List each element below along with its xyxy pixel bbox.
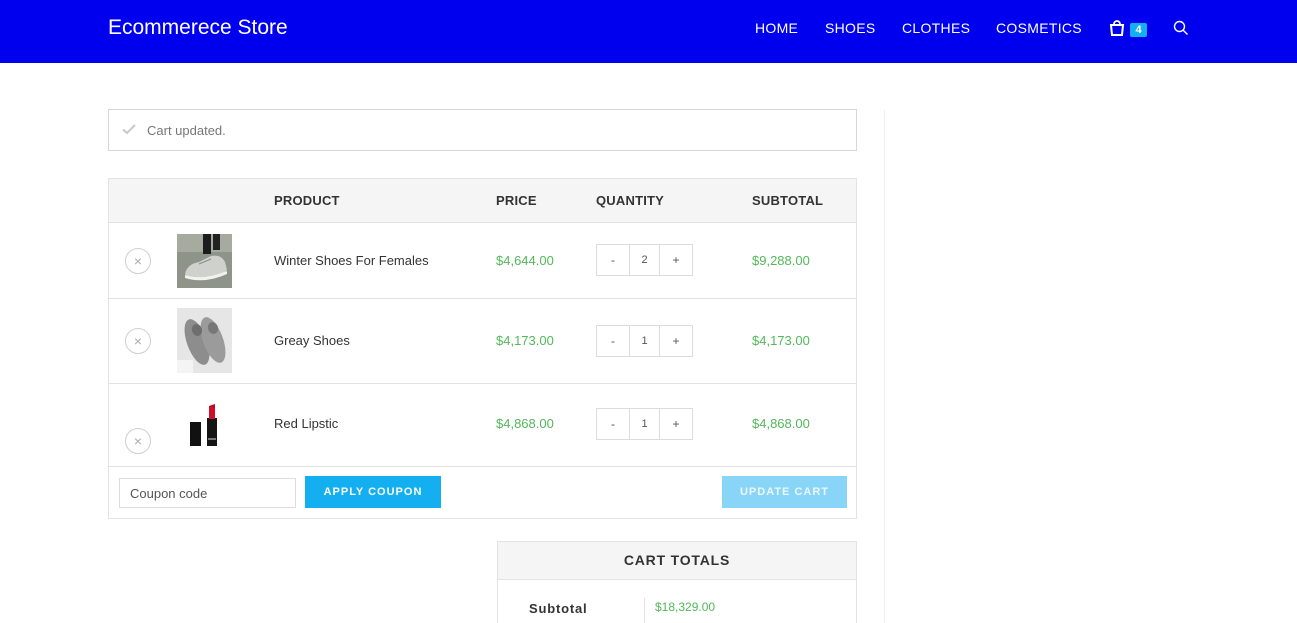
loafer-image <box>177 308 232 373</box>
lipstick-image <box>177 404 232 450</box>
quantity-stepper: - 1 + <box>596 325 693 357</box>
notice-message: Cart updated. <box>147 123 226 138</box>
quantity-increase-button[interactable]: + <box>660 326 692 356</box>
line-subtotal: $9,288.00 <box>752 253 810 268</box>
product-price: $4,644.00 <box>496 253 554 268</box>
quantity-input[interactable]: 2 <box>629 245 660 275</box>
quantity-stepper: - 2 + <box>596 244 693 276</box>
quantity-decrease-button[interactable]: - <box>597 245 629 275</box>
remove-item-button[interactable]: × <box>125 248 151 274</box>
totals-divider <box>644 598 645 623</box>
product-thumbnail[interactable] <box>177 234 232 288</box>
product-price: $4,868.00 <box>496 416 554 431</box>
cart-totals-panel: CART TOTALS Subtotal $18,329.00 <box>497 541 857 623</box>
product-thumbnail[interactable] <box>177 308 232 373</box>
nav-shoes[interactable]: SHOES <box>825 20 876 40</box>
cart-totals-title: CART TOTALS <box>498 542 856 580</box>
quantity-increase-button[interactable]: + <box>660 245 692 275</box>
nav-cosmetics[interactable]: COSMETICS <box>996 20 1082 40</box>
quantity-input[interactable]: 1 <box>629 326 660 356</box>
product-price: $4,173.00 <box>496 333 554 348</box>
coupon-code-input[interactable] <box>119 478 296 508</box>
product-name-link[interactable]: Greay Shoes <box>274 333 350 348</box>
product-name-link[interactable]: Winter Shoes For Females <box>274 253 429 268</box>
sneaker-image <box>177 234 232 288</box>
check-icon <box>122 124 136 135</box>
nav-home[interactable]: HOME <box>755 20 798 40</box>
quantity-stepper: - 1 + <box>596 408 693 440</box>
header-search-button[interactable] <box>1173 20 1191 38</box>
nav-clothes[interactable]: CLOTHES <box>902 20 970 40</box>
search-icon <box>1173 20 1188 35</box>
column-header-quantity: QUANTITY <box>596 193 665 208</box>
table-row: × Winter Shoes For Females $4,644.00 - 2… <box>109 223 856 299</box>
apply-coupon-button[interactable]: APPLY COUPON <box>305 476 441 508</box>
remove-item-button[interactable]: × <box>125 328 151 354</box>
header-cart-button[interactable]: 4 <box>1109 20 1149 40</box>
product-name-link[interactable]: Red Lipstic <box>274 416 338 431</box>
product-thumbnail[interactable] <box>177 404 232 450</box>
table-row: × Greay Shoes $4,173.00 - 1 + $4,173.00 <box>109 299 856 384</box>
cart-actions: APPLY COUPON UPDATE CART <box>109 467 856 518</box>
cart-count-badge: 4 <box>1130 23 1147 37</box>
shopping-bag-icon <box>1109 20 1125 36</box>
site-title[interactable]: Ecommerece Store <box>108 16 288 40</box>
remove-item-button[interactable]: × <box>125 428 151 454</box>
totals-subtotal-label: Subtotal <box>529 601 588 616</box>
line-subtotal: $4,868.00 <box>752 416 810 431</box>
cart-table: PRODUCT PRICE QUANTITY SUBTOTAL × Winter… <box>108 178 857 519</box>
quantity-decrease-button[interactable]: - <box>597 326 629 356</box>
column-header-price: PRICE <box>496 193 537 208</box>
line-subtotal: $4,173.00 <box>752 333 810 348</box>
site-header: Ecommerece Store HOME SHOES CLOTHES COSM… <box>0 0 1297 63</box>
cart-updated-notice: Cart updated. <box>108 109 857 151</box>
quantity-input[interactable]: 1 <box>629 409 660 439</box>
table-row: × Red Lipstic $4,868.00 - 1 + $4,868.00 <box>109 384 856 467</box>
column-header-subtotal: SUBTOTAL <box>752 193 824 208</box>
update-cart-button[interactable]: UPDATE CART <box>722 476 847 508</box>
sidebar-divider <box>884 110 885 623</box>
totals-subtotal-value: $18,329.00 <box>655 600 716 614</box>
quantity-decrease-button[interactable]: - <box>597 409 629 439</box>
cart-table-header: PRODUCT PRICE QUANTITY SUBTOTAL <box>109 179 856 223</box>
quantity-increase-button[interactable]: + <box>660 409 692 439</box>
column-header-product: PRODUCT <box>274 193 340 208</box>
